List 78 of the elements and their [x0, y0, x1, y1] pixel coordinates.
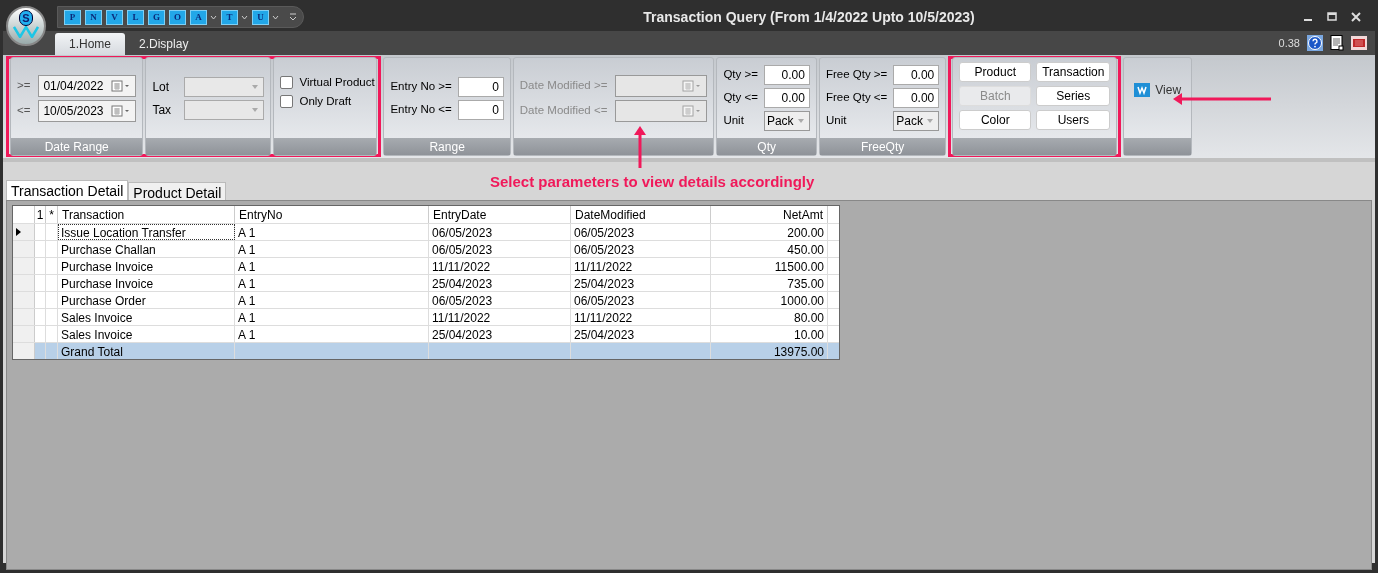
chevron-down-icon[interactable]	[272, 14, 279, 20]
calendar-dropdown-icon[interactable]	[682, 104, 703, 117]
document-tab[interactable]: Product Detail	[128, 182, 227, 200]
quick-access-button[interactable]: T	[221, 9, 238, 25]
total-cell: 13975.00	[711, 343, 828, 359]
quick-access-button[interactable]: A	[190, 9, 207, 25]
chevron-down-icon[interactable]	[210, 14, 217, 20]
field-label: Date Modified <=	[519, 102, 608, 118]
document-tab[interactable]: Transaction Detail	[6, 180, 129, 200]
group-caption-bar	[1124, 138, 1192, 155]
quick-access-button[interactable]: V	[106, 9, 123, 25]
date-field[interactable]	[615, 74, 708, 97]
quick-access-button[interactable]: G	[148, 9, 165, 25]
quick-access-button[interactable]: L	[127, 9, 144, 25]
checkbox-label: Only Draft	[299, 94, 352, 109]
field-label: Lot	[152, 78, 171, 96]
view-icon	[1134, 83, 1151, 97]
ribbon-tab[interactable]: 1.Home	[55, 33, 126, 55]
help-icon[interactable]	[1307, 35, 1323, 51]
app-logo[interactable]: S	[6, 6, 46, 46]
version-label: 0.38	[1278, 35, 1300, 51]
filter-button[interactable]: Transaction	[1036, 62, 1111, 82]
field-label: >=	[17, 77, 31, 93]
exit-sign-icon[interactable]	[1351, 36, 1367, 50]
field-label: Free Qty <=	[825, 90, 888, 106]
filter-button[interactable]: Product	[959, 62, 1032, 82]
unit-combo-box[interactable]: Pack	[893, 111, 940, 131]
number-field[interactable]: 0	[457, 76, 504, 97]
checkbox-label: Virtual Product	[299, 74, 375, 90]
filter-button[interactable]: Color	[959, 110, 1032, 130]
group-caption: Date Range	[44, 138, 109, 156]
chevron-down-icon[interactable]	[241, 14, 248, 20]
filter-button[interactable]: Users	[1036, 110, 1111, 130]
dropdown-arrow-icon[interactable]	[926, 118, 935, 124]
group-caption: Range	[429, 138, 465, 156]
date-field[interactable]: 01/04/2022	[38, 74, 137, 97]
close-icon[interactable]	[1351, 12, 1361, 22]
number-field[interactable]: 0.00	[893, 88, 940, 108]
quick-access-button[interactable]: O	[169, 9, 186, 25]
field-label: Tax	[152, 101, 173, 119]
calendar-dropdown-icon[interactable]	[682, 79, 703, 92]
filter-button[interactable]: Series	[1036, 86, 1111, 106]
checkbox[interactable]	[280, 75, 294, 89]
field-label: Free Qty >=	[825, 67, 888, 83]
quick-access-button[interactable]: N	[85, 9, 102, 25]
annotation-caption: Select parameters to view details accordingly	[490, 172, 815, 192]
current-row-icon	[16, 228, 21, 236]
customize-toolbar-icon[interactable]	[289, 13, 297, 21]
row-header[interactable]	[13, 224, 35, 240]
document-icon[interactable]	[1330, 35, 1344, 51]
calendar-dropdown-icon[interactable]	[111, 104, 132, 117]
total-cell: Grand Total	[58, 343, 235, 359]
field-label: Entry No <=	[390, 101, 452, 117]
ribbon-tab[interactable]: 2.Display	[125, 33, 203, 55]
group-caption: FreeQty	[860, 138, 905, 156]
quick-access-button[interactable]: P	[64, 9, 81, 25]
field-label: Date Modified >=	[519, 77, 608, 93]
group-caption: Qty	[757, 138, 776, 156]
checkbox[interactable]	[280, 95, 294, 109]
window-title: Transaction Query (From 1/4/2022 Upto 10/5/2023)	[642, 7, 976, 27]
up-arrow	[634, 126, 646, 168]
unit-combo-box[interactable]: Pack	[763, 111, 810, 131]
dropdown-arrow-icon[interactable]	[796, 118, 805, 124]
date-field[interactable]: 10/05/2023	[38, 99, 137, 122]
field-label: Qty >=	[723, 67, 758, 83]
date-field[interactable]	[615, 99, 708, 122]
number-field[interactable]: 0.00	[893, 65, 940, 85]
quick-access-button[interactable]: U	[252, 9, 269, 25]
number-field[interactable]: 0	[457, 99, 504, 120]
number-field[interactable]: 0.00	[763, 88, 810, 108]
field-label: Unit	[723, 113, 744, 129]
field-label: Unit	[825, 113, 847, 129]
field-label: Entry No >=	[390, 78, 452, 94]
field-label: <=	[17, 102, 31, 118]
number-field[interactable]: 0.00	[763, 65, 810, 85]
field-label: Qty <=	[723, 90, 758, 106]
maximize-icon[interactable]	[1327, 12, 1337, 22]
calendar-dropdown-icon[interactable]	[111, 79, 132, 92]
